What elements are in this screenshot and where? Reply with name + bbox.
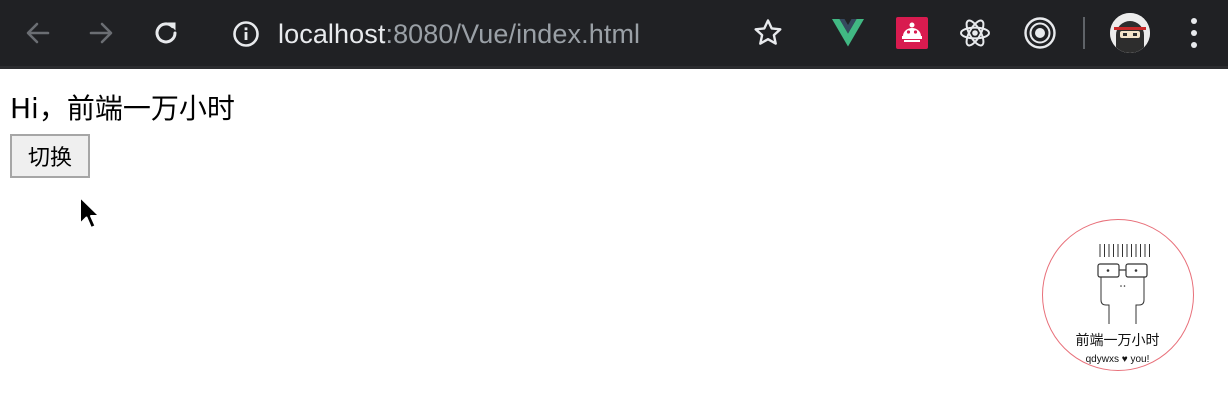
info-icon[interactable] [232, 20, 260, 48]
mouse-cursor-icon [79, 196, 101, 229]
vue-devtools-icon [832, 19, 864, 47]
ninja-avatar-icon [1110, 13, 1150, 53]
target-extension-icon [1024, 17, 1056, 49]
back-arrow-icon [26, 22, 50, 44]
chrome-menu-button[interactable] [1180, 16, 1208, 50]
page-content: Hi，前端一万小时 切换 前端一万小时 qdywxs ♥ you! [0, 69, 1228, 400]
badge-subtitle: qdywxs ♥ you! [1085, 354, 1150, 365]
red-extension[interactable] [893, 14, 931, 52]
target-extension[interactable] [1021, 14, 1059, 52]
browser-toolbar: localhost:8080/Vue/index.html [0, 0, 1228, 69]
greeting-text: Hi，前端一万小时 [10, 92, 235, 125]
three-dot-menu-icon [1191, 18, 1197, 24]
reload-button[interactable] [145, 12, 187, 54]
forward-arrow-icon [89, 22, 113, 44]
react-devtools-icon [960, 19, 990, 47]
vue-devtools-extension[interactable] [829, 14, 867, 52]
react-devtools-extension[interactable] [956, 14, 994, 52]
toolbar-divider [1083, 17, 1085, 49]
badge-title: 前端一万小时 [1075, 333, 1160, 349]
forward-button[interactable] [80, 12, 122, 54]
url-path: :8080/Vue/index.html [385, 19, 641, 49]
profile-avatar[interactable] [1110, 13, 1150, 53]
switch-button[interactable]: 切换 [10, 134, 90, 178]
brand-badge: 前端一万小时 qdywxs ♥ you! [1042, 219, 1194, 371]
url-host: localhost [278, 19, 386, 49]
menu-dot [1191, 42, 1197, 48]
menu-dot [1191, 30, 1197, 36]
reload-icon [155, 22, 177, 44]
red-extension-icon [896, 17, 928, 49]
address-bar[interactable]: localhost:8080/Vue/index.html [222, 10, 800, 56]
bookmark-star-icon [754, 19, 782, 45]
url-text[interactable]: localhost:8080/Vue/index.html [278, 19, 640, 49]
bookmark-button[interactable] [747, 12, 789, 54]
back-button[interactable] [17, 12, 59, 54]
